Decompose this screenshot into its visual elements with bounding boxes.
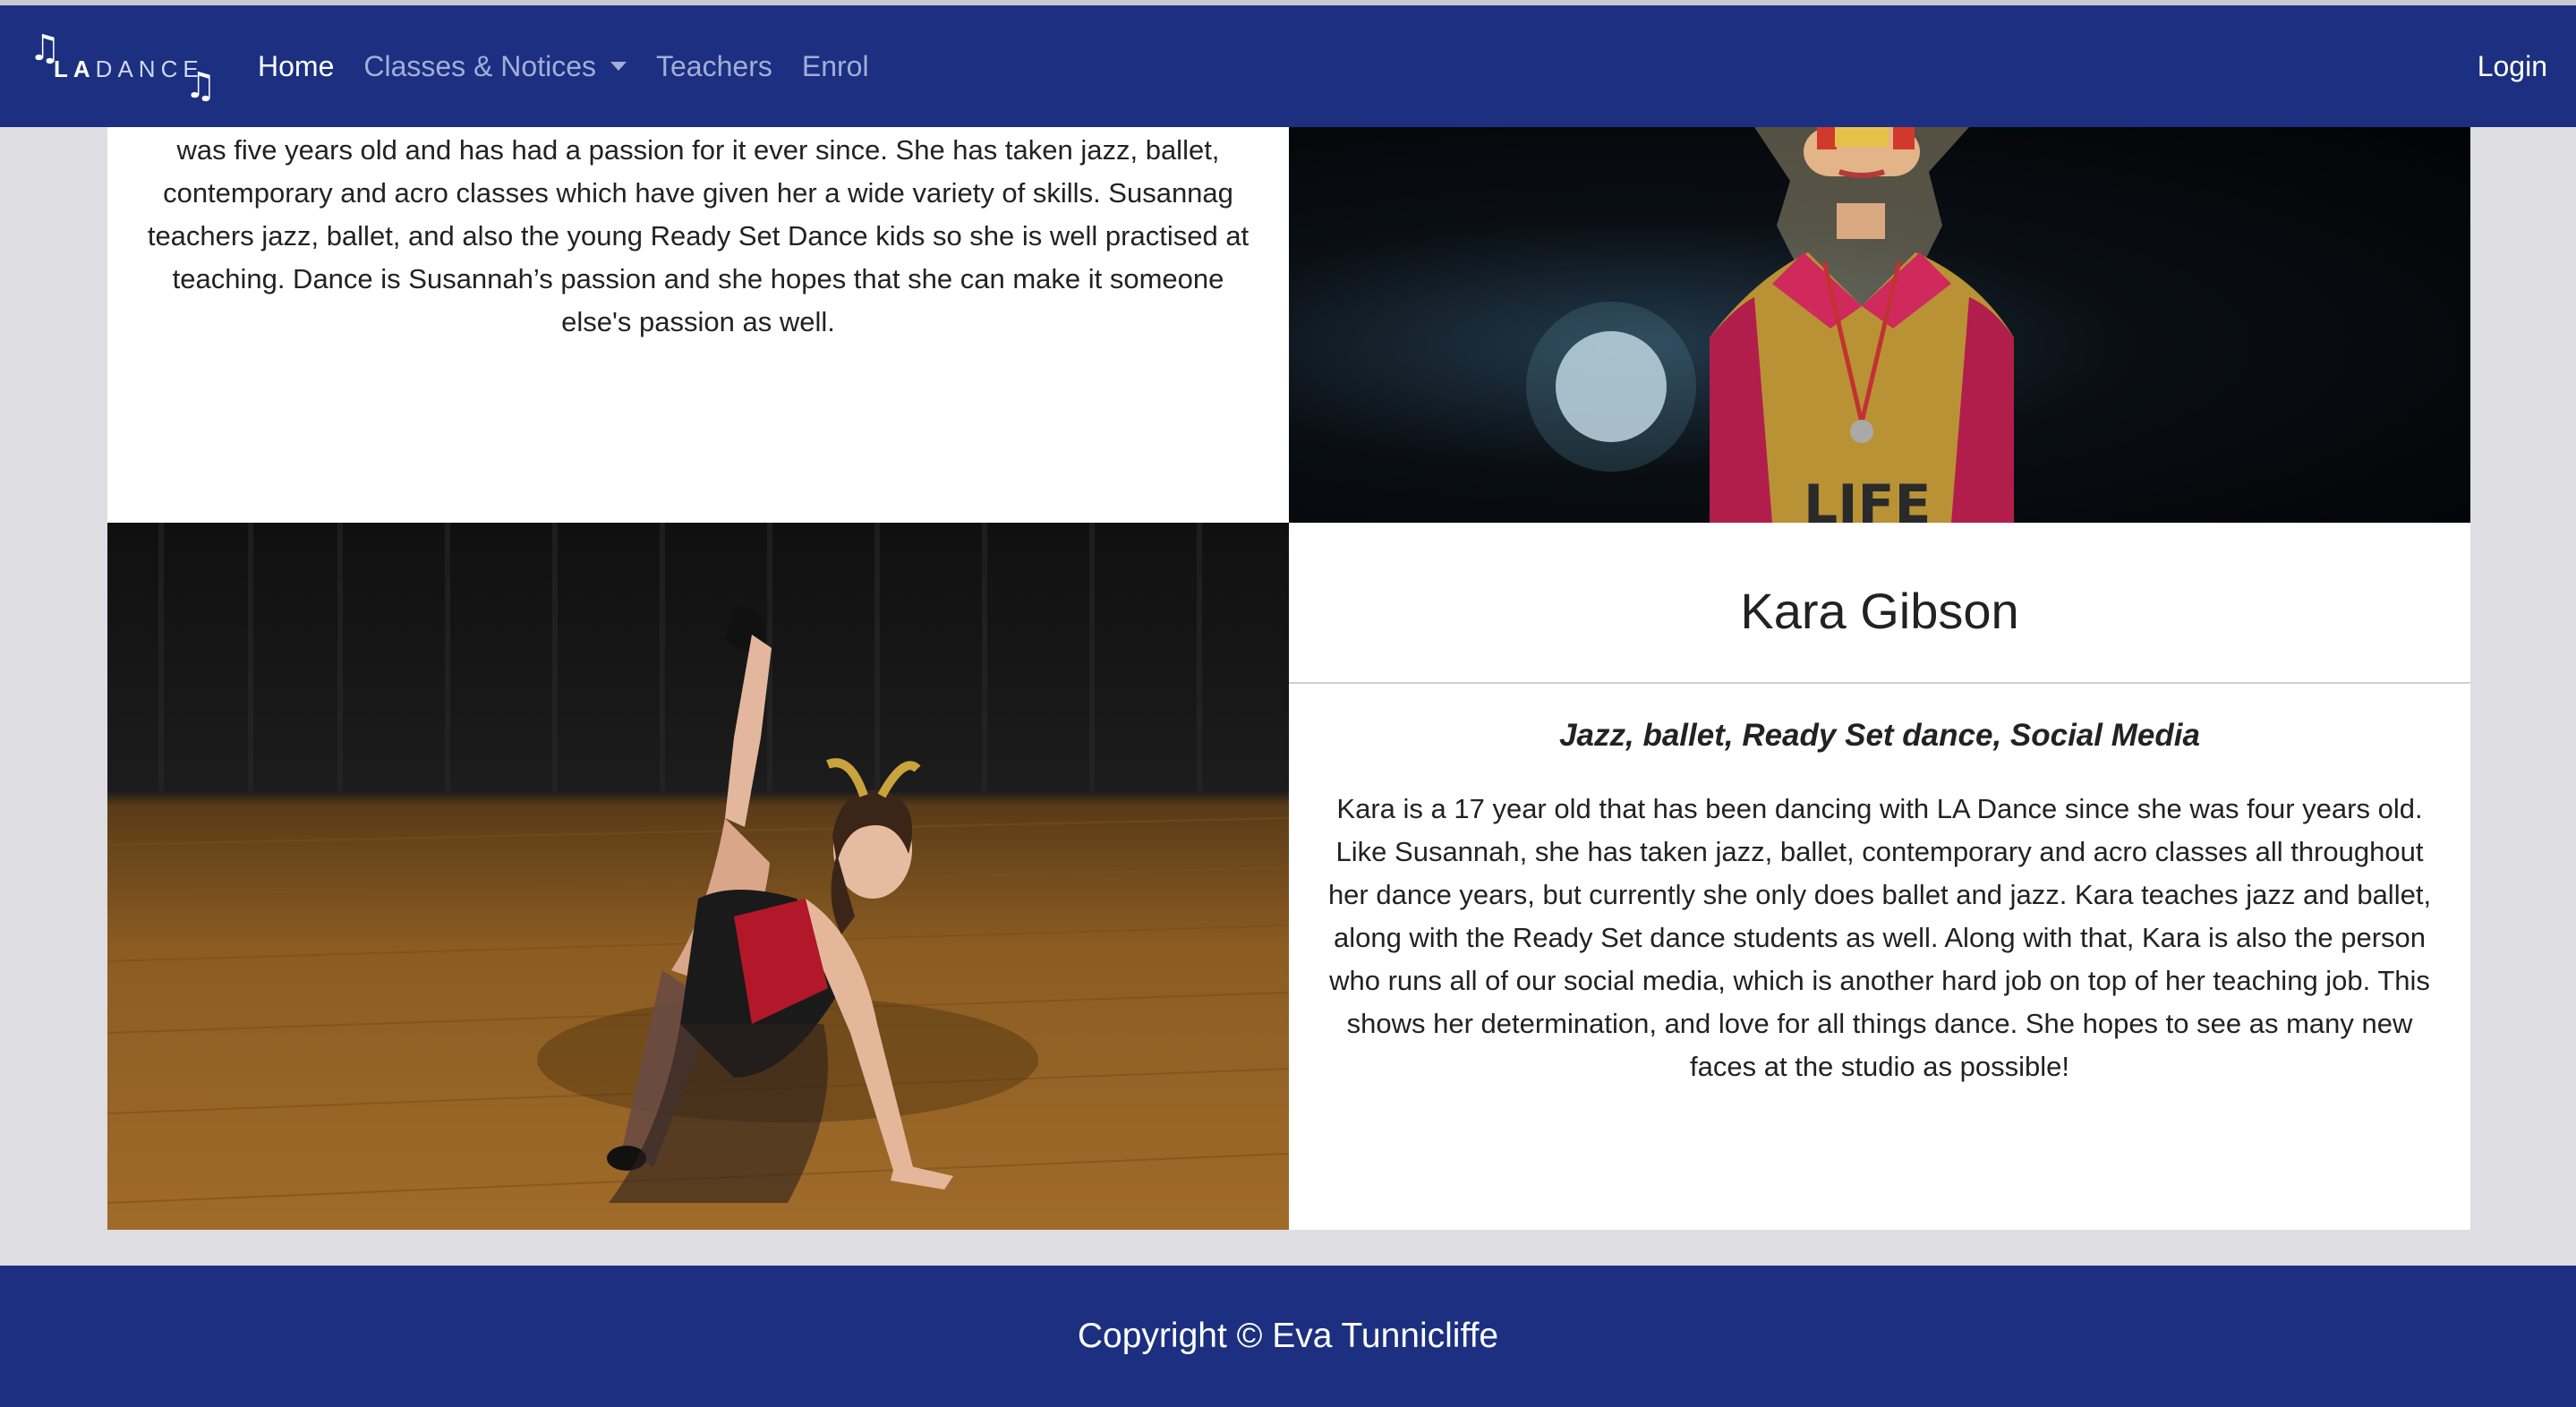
teacher-bio-text: Kara is a 17 year old that has been danc… [1327, 793, 2432, 1082]
teacher-bio-card: was five years old and has had a passion… [107, 127, 1289, 523]
dancer-pose-photo [107, 523, 1289, 1204]
chevron-down-icon [610, 62, 627, 71]
teachers-grid: was five years old and has had a passion… [107, 127, 2470, 1266]
teacher-name: Kara Gibson [1289, 523, 2470, 684]
main-nav: Home Classes & Notices Teachers Enrol [258, 5, 899, 127]
teacher-bio-text: was five years old and has had a passion… [147, 134, 1250, 337]
nav-classes-notices-dropdown[interactable]: Classes & Notices [363, 50, 627, 83]
nav-teachers[interactable]: Teachers [656, 50, 772, 83]
nav-home[interactable]: Home [258, 50, 334, 83]
kara-gibson-photo [107, 523, 1289, 1230]
nav-classes-notices-label: Classes & Notices [363, 49, 596, 82]
brand-wordmark: LADANCE [54, 55, 204, 82]
svg-text:LIFE: LIFE [1804, 473, 1932, 523]
navbar: ♫ LADANCE ♫ Home Classes & Notices Teach… [0, 5, 2576, 127]
nav-enrol[interactable]: Enrol [802, 50, 869, 83]
brand-logo[interactable]: ♫ LADANCE ♫ [27, 27, 217, 107]
dancer-costume-photo: LIFE [1526, 127, 2014, 523]
copyright-text: Copyright © Eva Tunnicliffe [1077, 1317, 1499, 1355]
music-note-icon: ♫ [184, 65, 217, 107]
teacher-roles: Jazz, ballet, Ready Set dance, Social Me… [1559, 718, 2200, 753]
teacher-card-kara-gibson: Kara Gibson Jazz, ballet, Ready Set danc… [1289, 523, 2470, 1230]
login-link[interactable]: Login [2478, 5, 2547, 127]
footer: Copyright © Eva Tunnicliffe [0, 1266, 2576, 1407]
teacher-photo: LIFE [1289, 127, 2470, 523]
